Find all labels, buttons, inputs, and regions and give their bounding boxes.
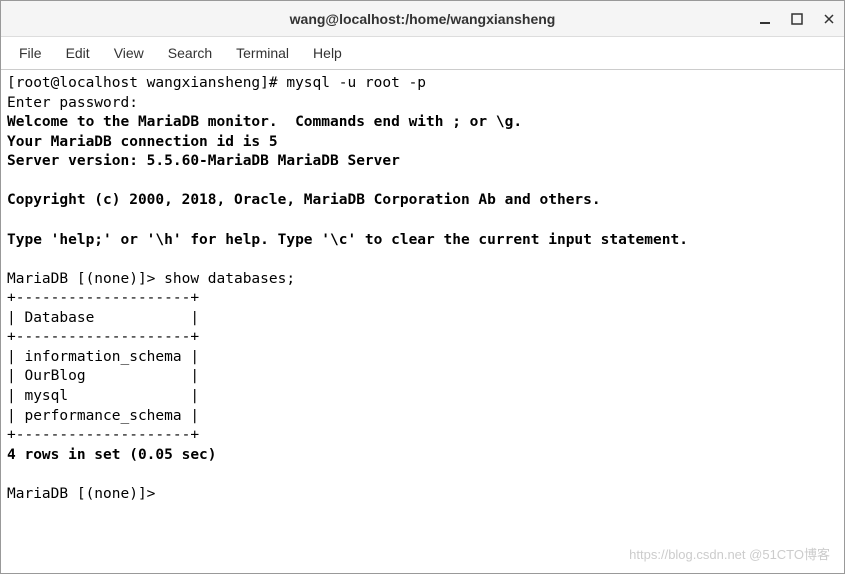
table-header: | Database | [7,310,199,326]
copyright-line: Copyright (c) 2000, 2018, Oracle, MariaD… [7,192,601,208]
table-row: | mysql | [7,388,199,404]
table-row: | information_schema | [7,349,199,365]
enter-password-line: Enter password: [7,95,138,111]
window-title: wang@localhost:/home/wangxiansheng [290,11,556,27]
menu-edit[interactable]: Edit [56,41,100,65]
query-prompt-line: MariaDB [(none)]> show databases; [7,271,295,287]
table-row: | performance_schema | [7,408,199,424]
window-controls [758,12,836,26]
welcome-line-1: Welcome to the MariaDB monitor. Commands… [7,114,522,130]
close-button[interactable] [822,12,836,26]
table-border-mid: +--------------------+ [7,329,199,345]
menu-view[interactable]: View [104,41,154,65]
menu-terminal[interactable]: Terminal [226,41,299,65]
welcome-line-3: Server version: 5.5.60-MariaDB MariaDB S… [7,153,400,169]
menu-file[interactable]: File [9,41,52,65]
help-line: Type 'help;' or '\h' for help. Type '\c'… [7,232,688,248]
window-titlebar: wang@localhost:/home/wangxiansheng [1,1,844,37]
terminal-output[interactable]: [root@localhost wangxiansheng]# mysql -u… [1,70,844,573]
maximize-button[interactable] [790,12,804,26]
table-border-bottom: +--------------------+ [7,427,199,443]
table-row: | OurBlog | [7,368,199,384]
final-prompt: MariaDB [(none)]> [7,486,155,502]
menu-search[interactable]: Search [158,41,222,65]
prompt-line: [root@localhost wangxiansheng]# mysql -u… [7,75,426,91]
result-summary: 4 rows in set (0.05 sec) [7,447,217,463]
menu-help[interactable]: Help [303,41,352,65]
welcome-line-2: Your MariaDB connection id is 5 [7,134,278,150]
minimize-button[interactable] [758,12,772,26]
menubar: File Edit View Search Terminal Help [1,37,844,70]
table-border-top: +--------------------+ [7,290,199,306]
